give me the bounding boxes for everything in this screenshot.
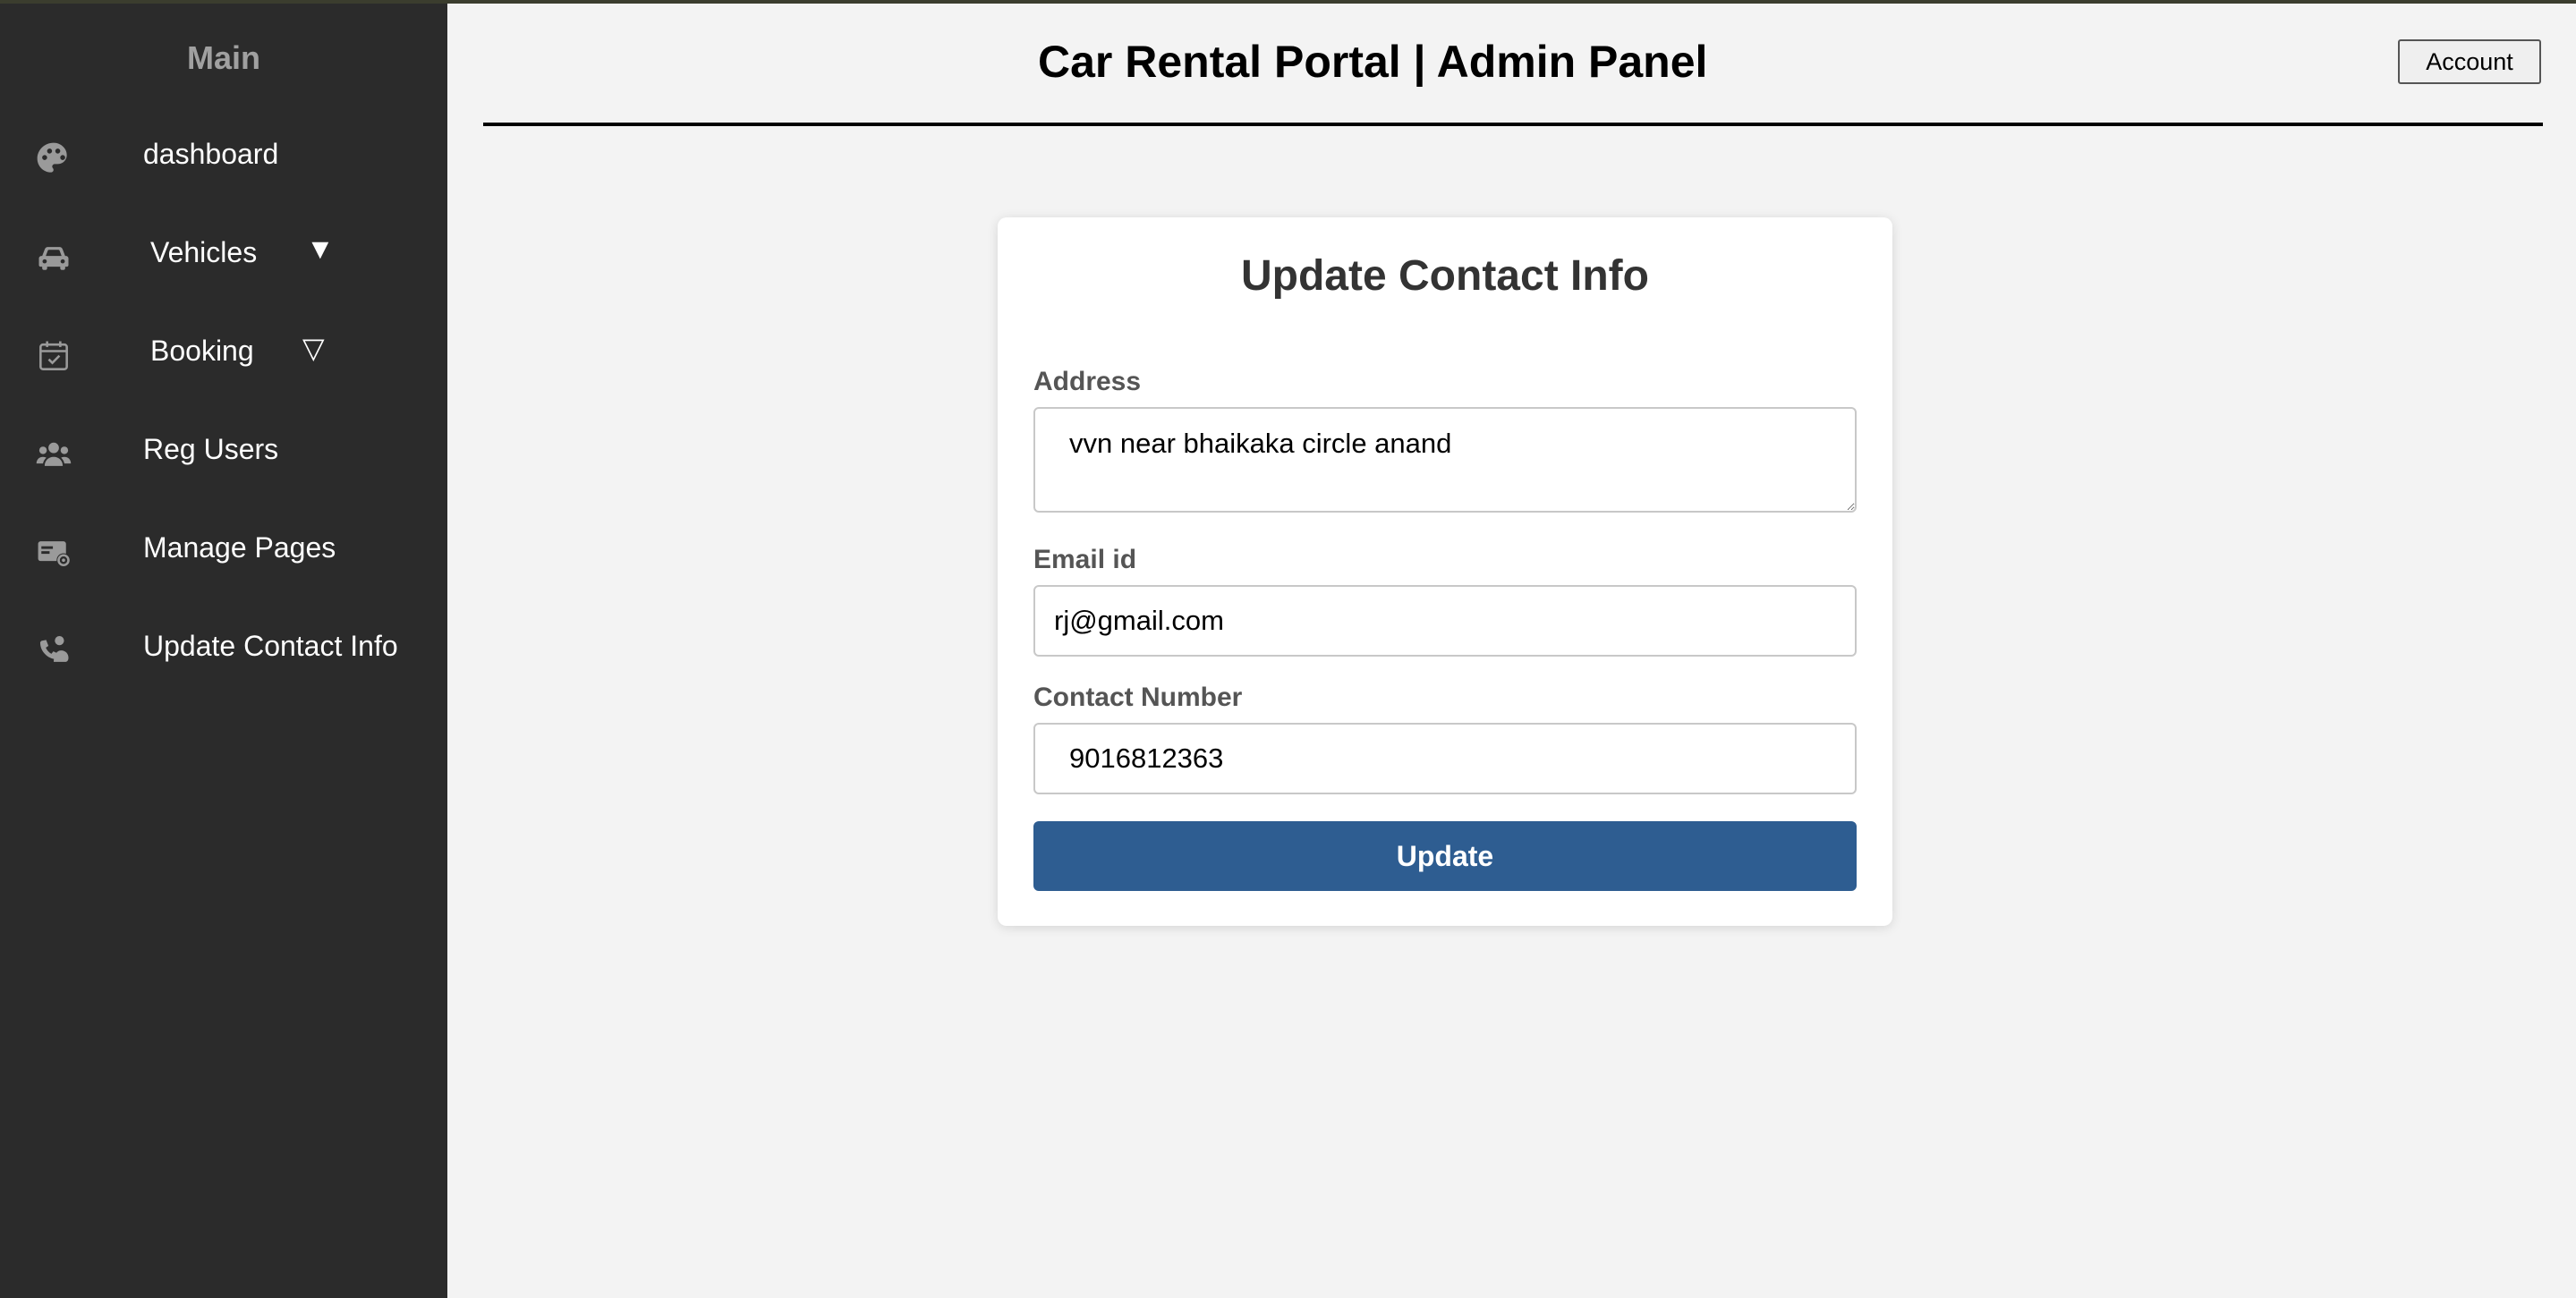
palette-icon (34, 140, 73, 179)
page-title: Car Rental Portal | Admin Panel (1038, 37, 1708, 87)
address-field[interactable]: vvn near bhaikaka circle anand (1033, 407, 1857, 513)
sidebar-title: Main (186, 39, 260, 76)
sidebar: Main dashboard Vehicles ▼ Booking ▽ Reg … (0, 4, 447, 1298)
account-button[interactable]: Account (2398, 39, 2541, 84)
page-settings-icon (34, 533, 73, 573)
sidebar-item-label: Reg Users (143, 433, 279, 465)
sidebar-item-dashboard[interactable]: dashboard (0, 122, 447, 193)
sidebar-item-reg-users[interactable]: Reg Users (0, 417, 447, 488)
email-field[interactable] (1033, 585, 1857, 657)
phone-person-icon (34, 632, 73, 671)
sidebar-item-label: Vehicles (150, 236, 258, 268)
chevron-down-icon[interactable]: ▽ (302, 331, 325, 365)
sidebar-item-label: Manage Pages (143, 531, 336, 564)
chevron-down-icon[interactable]: ▼ (306, 233, 335, 266)
car-icon (34, 238, 73, 277)
contact-number-field[interactable] (1033, 723, 1857, 794)
contact-info-form: Update Contact Info Address vvn near bha… (998, 217, 1892, 926)
sidebar-item-update-contact-info[interactable]: Update Contact Info (0, 614, 447, 685)
sidebar-item-vehicles[interactable]: Vehicles ▼ (0, 220, 447, 292)
header-divider (483, 123, 2543, 126)
sidebar-item-label: dashboard (143, 138, 279, 170)
sidebar-item-label: Booking (150, 335, 254, 367)
form-title: Update Contact Info (1241, 252, 1649, 300)
address-label: Address (1033, 367, 1142, 396)
update-button[interactable]: Update (1033, 821, 1857, 891)
contact-number-label: Contact Number (1033, 683, 1243, 712)
users-icon (34, 435, 73, 474)
calendar-check-icon (34, 336, 73, 376)
sidebar-item-manage-pages[interactable]: Manage Pages (0, 515, 447, 587)
sidebar-item-booking[interactable]: Booking ▽ (0, 318, 447, 390)
sidebar-item-label: Update Contact Info (143, 630, 398, 662)
email-label: Email id (1033, 545, 1137, 574)
